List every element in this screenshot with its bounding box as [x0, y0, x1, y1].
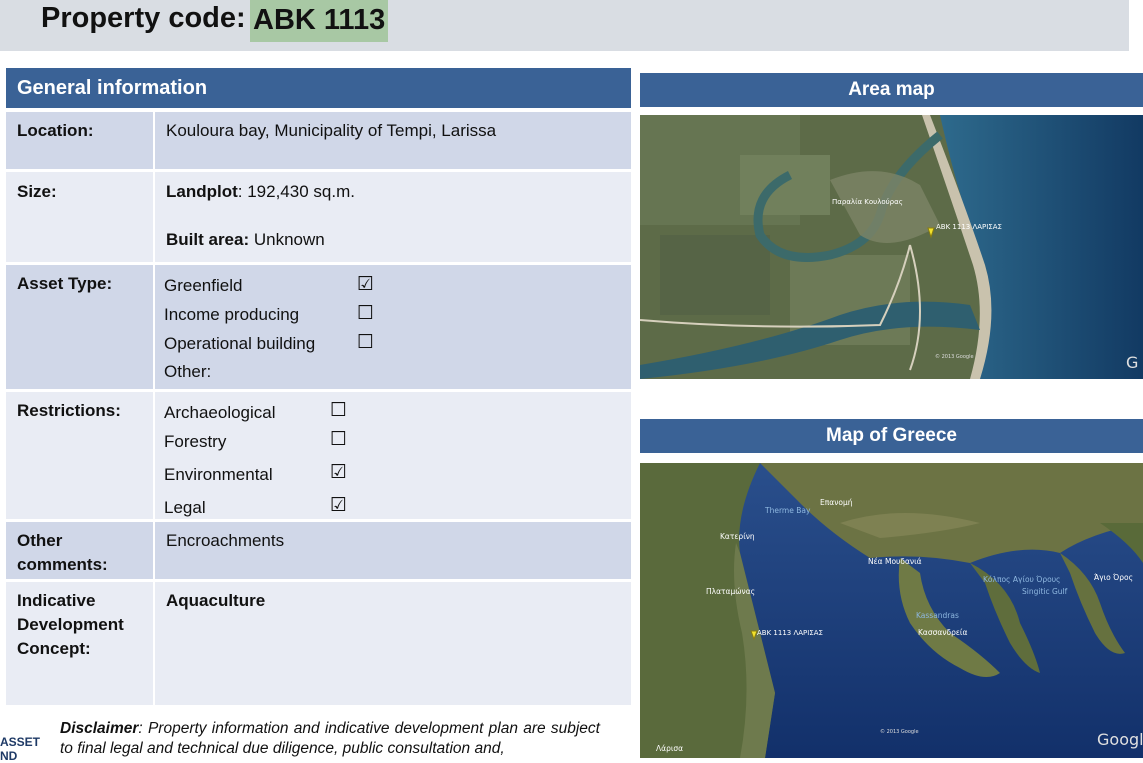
- concept-value: Aquaculture: [155, 582, 631, 705]
- concept-row: Indicative Development Concept: Aquacult…: [6, 582, 631, 705]
- label-katerini: Κατερίνη: [720, 532, 755, 541]
- label-nea-moudania: Νέα Μουδανιά: [868, 557, 922, 566]
- label-kassandras: Kassandras: [916, 611, 959, 620]
- label-larisa: Λάρισα: [656, 744, 683, 753]
- area-map-place-label: Παραλία Κουλούρας: [832, 198, 903, 206]
- checkbox-greenfield[interactable]: ☑: [357, 275, 374, 294]
- restrictions-label: Restrictions:: [6, 392, 153, 519]
- landplot-value: : 192,430 sq.m.: [237, 182, 355, 201]
- asset-type-row: Asset Type: Greenfield ☑ Income producin…: [6, 265, 631, 389]
- logo-line-2: ND: [0, 749, 18, 763]
- location-row: Location: Kouloura bay, Municipality of …: [6, 112, 631, 169]
- checkbox-operational[interactable]: ☐: [357, 333, 374, 352]
- built-area-value: Unknown: [249, 230, 325, 249]
- property-code-value: ABK 1113: [250, 0, 389, 42]
- area-map-satellite: Παραλία Κουλούρας ABK 1113 ΛΑΡΙΣΑΣ © 201…: [640, 115, 1143, 379]
- asset-option-other: Other:: [164, 362, 212, 381]
- area-map-pin-label: ABK 1113 ΛΑΡΙΣΑΣ: [936, 223, 1002, 231]
- checkbox-forestry[interactable]: ☐: [330, 430, 347, 449]
- asset-type-options: Greenfield ☑ Income producing ☐ Operatio…: [155, 265, 631, 389]
- greece-map-brand: Google: [1097, 730, 1143, 749]
- asset-option-operational: Operational building: [164, 334, 316, 353]
- header-bar: Property code: ABK 1113: [0, 0, 1129, 51]
- restrictions-options: Archaeological ☐ Forestry ☐ Environmenta…: [155, 392, 631, 519]
- label-singitic-gulf: Singitic Gulf: [1022, 587, 1068, 596]
- checkbox-legal[interactable]: ☑: [330, 496, 347, 515]
- location-value: Kouloura bay, Municipality of Tempi, Lar…: [155, 112, 631, 169]
- greece-map-image: Επανομή Therme Bay Κατερίνη Νέα Μουδανιά…: [640, 463, 1143, 758]
- concept-label: Indicative Development Concept:: [6, 582, 153, 705]
- asset-option-income: Income producing: [164, 305, 300, 324]
- restriction-archaeological: Archaeological: [164, 403, 276, 422]
- label-kolpos: Κόλπος Αγίου Όρους: [983, 575, 1060, 584]
- restrictions-row: Restrictions: Archaeological ☐ Forestry …: [6, 392, 631, 519]
- other-comments-label: Other comments:: [6, 522, 153, 579]
- area-map-copyright: © 2013 Google: [935, 353, 974, 360]
- area-map-title: Area map: [640, 73, 1143, 107]
- greece-map-copyright: © 2013 Google: [880, 728, 919, 735]
- general-info-title: General information: [6, 68, 631, 108]
- disclaimer-text: : Property information and indicative de…: [60, 720, 600, 757]
- disclaimer-label: Disclaimer: [60, 720, 139, 737]
- greece-map-pin-label: ABK 1113 ΛΑΡΙΣΑΣ: [757, 629, 823, 637]
- size-label: Size:: [6, 172, 153, 262]
- label-therme-bay: Therme Bay: [764, 506, 811, 515]
- restriction-legal: Legal: [164, 498, 206, 517]
- checkbox-environmental[interactable]: ☑: [330, 463, 347, 482]
- greece-map-title: Map of Greece: [640, 419, 1143, 453]
- asset-option-greenfield: Greenfield: [164, 276, 243, 295]
- logo-line-1: ASSET: [0, 735, 41, 749]
- other-comments-row: Other comments: Encroachments: [6, 522, 631, 579]
- label-platamonas: Πλαταμώνας: [706, 587, 755, 596]
- property-code-label: Property code:: [41, 2, 246, 34]
- size-value: Landplot: 192,430 sq.m. Built area: Unkn…: [155, 172, 631, 262]
- company-logo: ASSET ND: [0, 735, 40, 763]
- label-kassandreia: Κασσανδρεία: [918, 628, 967, 637]
- built-area-label: Built area:: [166, 230, 250, 249]
- area-map-brand: G: [1126, 353, 1138, 372]
- checkbox-income[interactable]: ☐: [357, 304, 374, 323]
- restriction-environmental: Environmental: [164, 465, 273, 484]
- disclaimer: Disclaimer: Property information and ind…: [60, 719, 600, 759]
- checkbox-archaeological[interactable]: ☐: [330, 401, 347, 420]
- label-epanomi: Επανομή: [820, 498, 853, 507]
- area-map-image: Παραλία Κουλούρας ABK 1113 ΛΑΡΙΣΑΣ © 201…: [640, 115, 1143, 379]
- other-comments-value: Encroachments: [155, 522, 631, 579]
- asset-type-label: Asset Type:: [6, 265, 153, 389]
- landplot-label: Landplot: [166, 182, 238, 201]
- location-label: Location:: [6, 112, 153, 169]
- label-agio-oros: Άγιο Όρος: [1094, 573, 1133, 582]
- restriction-forestry: Forestry: [164, 432, 227, 451]
- greece-map-satellite: Επανομή Therme Bay Κατερίνη Νέα Μουδανιά…: [640, 463, 1143, 758]
- size-row: Size: Landplot: 192,430 sq.m. Built area…: [6, 172, 631, 262]
